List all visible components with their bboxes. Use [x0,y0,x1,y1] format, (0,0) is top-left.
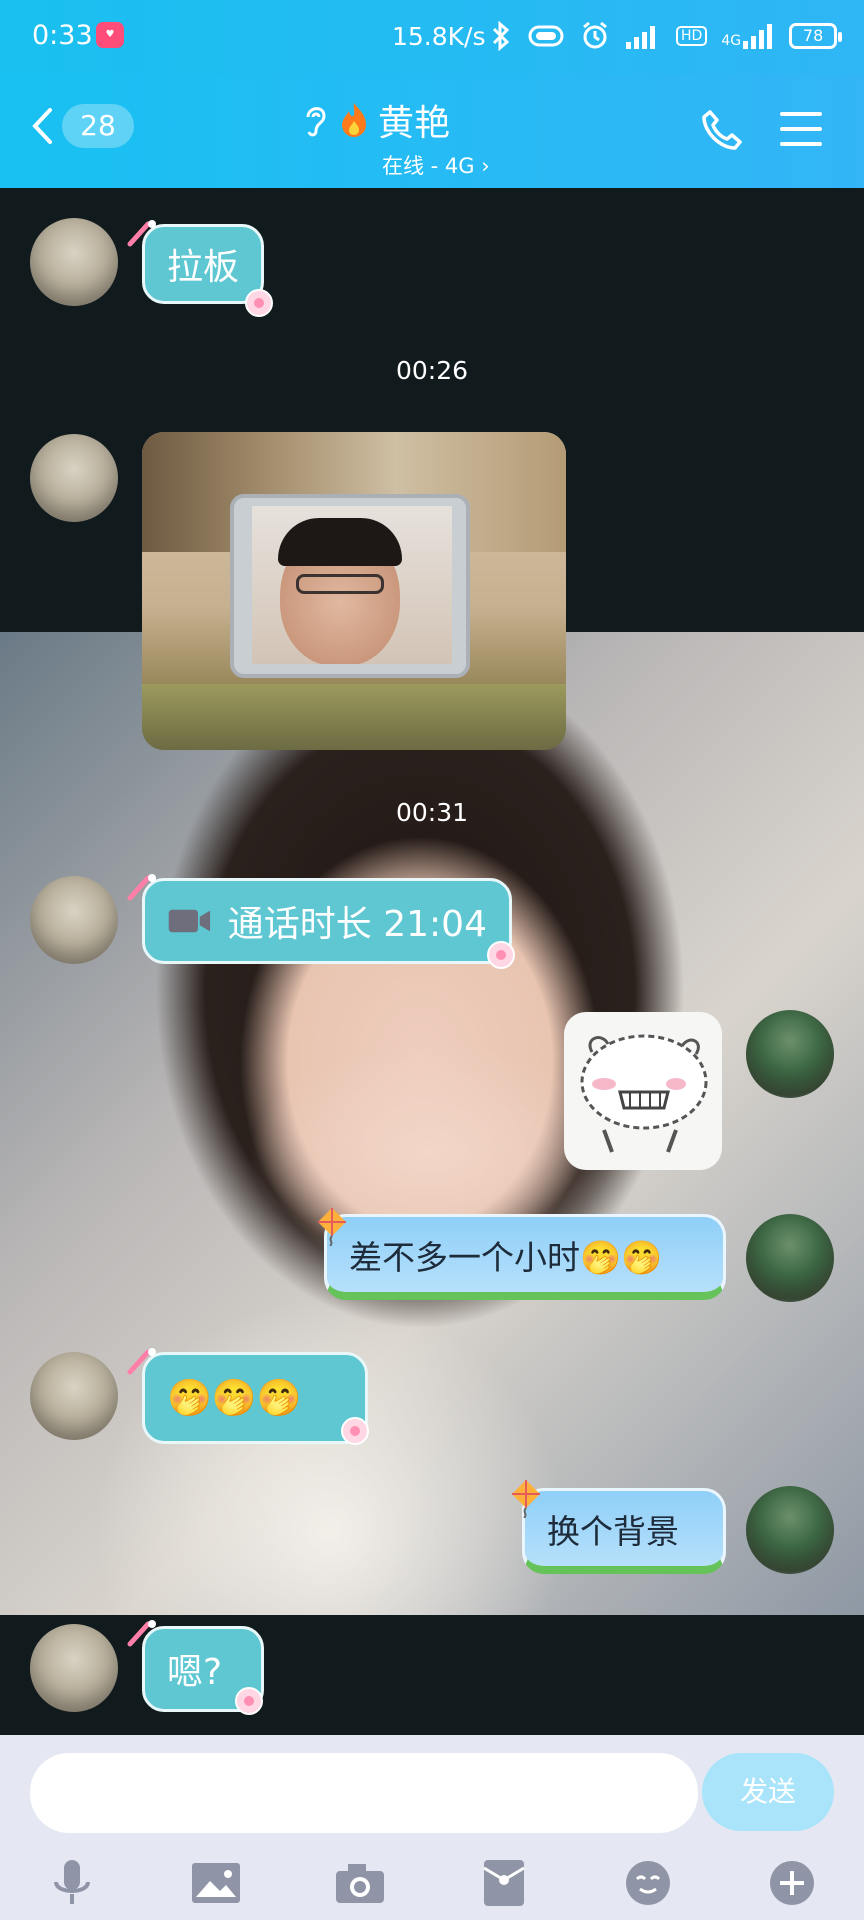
bubble-decoration-icon [245,289,273,317]
message-list[interactable]: 拉板 00:26 00:31 通话时长 21:04 差不多一个小时🤭🤭 🤭🤭🤭 … [0,188,864,1735]
red-packet-icon [483,1860,525,1906]
app-notification-icon: ♥ [96,22,124,48]
bubble-decoration-icon [127,1620,156,1647]
signal-icon [626,26,655,49]
kite-decoration-icon [512,1480,540,1518]
bubble-decoration-icon [235,1687,263,1715]
bubble-decoration-icon [127,220,156,247]
unread-count-badge: 28 [62,104,134,148]
bluetooth-icon [492,21,510,51]
my-avatar[interactable] [746,1486,834,1574]
contact-status: 在线 - 4G › [382,154,490,178]
image-message[interactable] [142,432,566,750]
call-record-bubble[interactable]: 通话时长 21:04 [142,878,512,964]
contact-avatar[interactable] [30,218,118,306]
red-packet-button[interactable] [476,1855,532,1911]
menu-button[interactable] [780,112,822,157]
bubble-decoration-icon [127,1348,156,1375]
camera-button[interactable] [332,1855,388,1911]
contact-avatar[interactable] [30,434,118,522]
meme-sticker-icon [580,1034,708,1153]
microphone-icon [54,1860,90,1904]
contact-avatar[interactable] [30,1352,118,1440]
call-duration-text: 通话时长 21:04 [227,904,487,945]
back-button[interactable]: 28 [30,104,134,148]
vibrate-icon [528,25,564,47]
composer: 发送 [0,1735,864,1920]
back-chevron-icon [32,108,52,144]
camera-icon [336,1864,384,1903]
bubble-decoration-icon [341,1417,369,1445]
bubble-decoration-icon [127,874,156,901]
contact-name: 黄艳 [378,103,451,144]
menu-icon [780,112,822,146]
video-call-icon [168,909,211,933]
signal-4g-icon: 4G [721,23,775,49]
contact-avatar[interactable] [30,1624,118,1712]
chat-header: 28 黄艳 在线 - 4G › [0,74,864,188]
network-type-label: 4G [721,33,742,49]
my-avatar[interactable] [746,1214,834,1302]
bubble-decoration-icon [487,941,515,969]
status-bar: 0:33 ♥ 15.8K/s HD 4G 78 [0,0,864,74]
contact-status-text: 在线 - 4G [382,154,475,178]
phone-icon [702,110,742,150]
message-text: 🤭🤭🤭 [167,1378,302,1419]
picture-icon [192,1863,240,1903]
voice-button[interactable] [44,1855,100,1911]
status-icons: HD 4G 78 [490,18,843,54]
sticker-message[interactable] [564,1012,722,1170]
fire-icon [342,103,366,137]
plus-icon [770,1861,814,1905]
voice-call-button[interactable] [700,108,744,156]
message-timestamp: 00:26 [395,356,469,385]
battery-icon: 78 [789,23,843,49]
message-text: 差不多一个小时🤭🤭 [349,1237,663,1277]
chat-background-image [0,632,864,1615]
network-speed: 15.8K/s [392,22,486,51]
message-text: 嗯? [167,1652,223,1693]
send-button[interactable]: 发送 [702,1753,834,1831]
message-input[interactable] [30,1753,698,1833]
contact-info[interactable]: 黄艳 在线 - 4G › [300,94,580,180]
outgoing-message-bubble[interactable]: 差不多一个小时🤭🤭 [324,1214,726,1300]
status-time: 0:33 [32,20,93,51]
message-text: 换个背景 [547,1511,679,1551]
message-timestamp: 00:31 [395,798,469,827]
outgoing-message-bubble[interactable]: 换个背景 [522,1488,726,1574]
more-button[interactable] [764,1855,820,1911]
emoji-button[interactable] [620,1855,676,1911]
message-text: 拉板 [167,247,240,288]
contact-avatar[interactable] [30,876,118,964]
composer-toolbar [0,1847,864,1917]
image-button[interactable] [188,1855,244,1911]
incoming-message-bubble[interactable]: 🤭🤭🤭 [142,1352,368,1444]
hd-icon: HD [676,26,708,46]
ear-icon [306,107,326,137]
emoji-icon [626,1861,670,1905]
alarm-icon [583,21,607,49]
kite-decoration-icon [318,1208,346,1246]
my-avatar[interactable] [746,1010,834,1098]
